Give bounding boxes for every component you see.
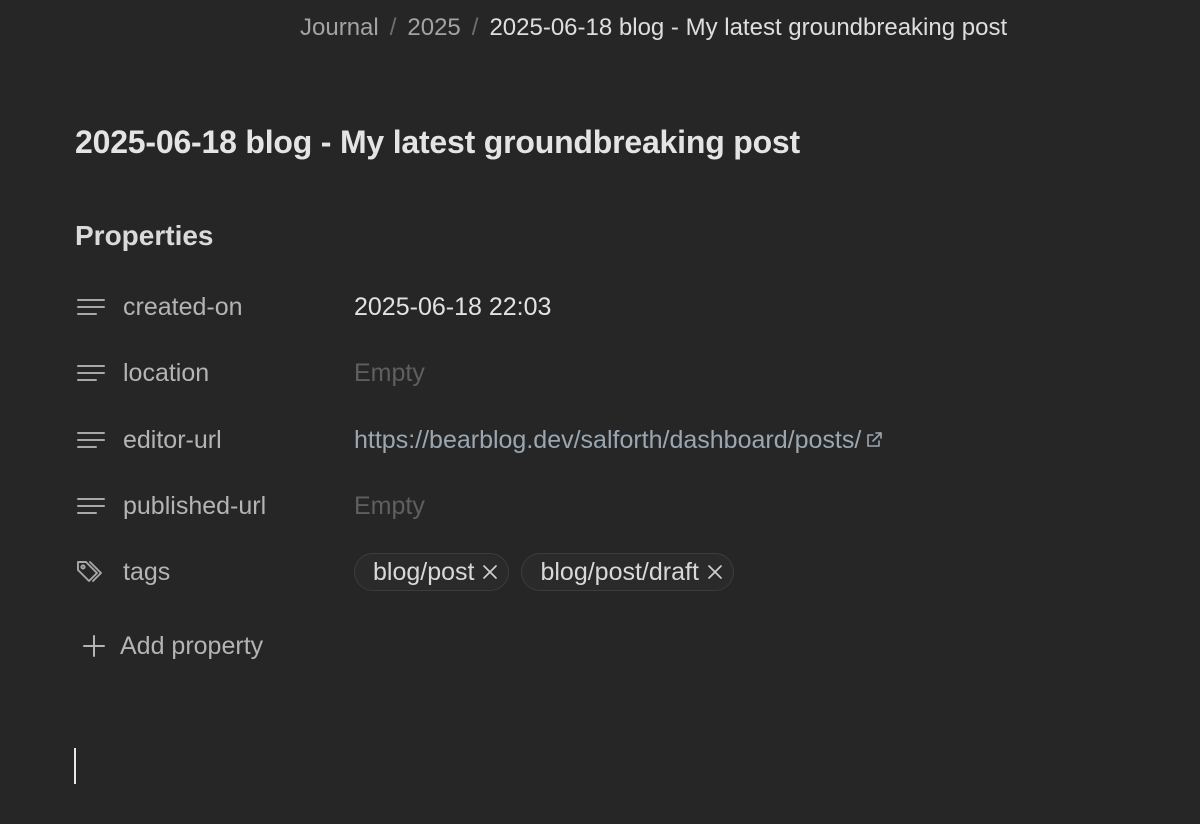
- property-value-editor-url: https://bearblog.dev/salforth/dashboard/…: [354, 426, 884, 455]
- property-key-published-url[interactable]: published-url: [75, 486, 354, 526]
- property-name: created-on: [123, 292, 243, 321]
- text-lines-icon: [75, 357, 107, 389]
- breadcrumb-journal[interactable]: Journal: [300, 14, 379, 42]
- property-value-location[interactable]: Empty: [354, 359, 425, 388]
- tag-pill[interactable]: blog/post/draft: [521, 553, 734, 591]
- editor-url-link[interactable]: https://bearblog.dev/salforth/dashboard/…: [354, 426, 861, 455]
- text-lines-icon: [75, 291, 107, 323]
- tag-label: blog/post/draft: [540, 557, 699, 586]
- plus-icon: [80, 632, 108, 660]
- property-key-location[interactable]: location: [75, 353, 354, 393]
- property-row-tags: tags blog/post blog/post/draft: [75, 552, 975, 592]
- note-view: Journal / 2025 / 2025-06-18 blog - My la…: [0, 0, 1200, 824]
- property-key-editor-url[interactable]: editor-url: [75, 420, 354, 460]
- close-icon[interactable]: [707, 564, 723, 580]
- breadcrumb: Journal / 2025 / 2025-06-18 blog - My la…: [300, 12, 1007, 44]
- property-key-tags[interactable]: tags: [75, 552, 354, 592]
- tag-pill[interactable]: blog/post: [354, 553, 510, 591]
- property-value-created-on[interactable]: 2025-06-18 22:03: [354, 293, 551, 322]
- close-icon[interactable]: [482, 564, 498, 580]
- add-property-label: Add property: [120, 631, 264, 660]
- property-value-empty: Empty: [354, 491, 425, 520]
- text-cursor: [74, 748, 76, 784]
- add-property-button[interactable]: Add property: [80, 626, 263, 666]
- property-value-text: 2025-06-18 22:03: [354, 292, 552, 321]
- property-name: location: [123, 358, 210, 387]
- property-row-location: location Empty: [75, 353, 975, 393]
- external-link-icon[interactable]: [864, 430, 884, 450]
- breadcrumb-separator: /: [471, 14, 479, 41]
- property-name: editor-url: [123, 425, 222, 454]
- note-title[interactable]: 2025-06-18 blog - My latest groundbreaki…: [75, 124, 800, 161]
- breadcrumb-current-note: 2025-06-18 blog - My latest groundbreaki…: [489, 14, 1008, 41]
- property-row-editor-url: editor-url https://bearblog.dev/salforth…: [75, 420, 975, 460]
- tag-label: blog/post: [373, 557, 475, 586]
- property-value-empty: Empty: [354, 358, 425, 387]
- breadcrumb-separator: /: [389, 14, 397, 41]
- property-value-published-url[interactable]: Empty: [354, 492, 425, 521]
- property-row-created-on: created-on 2025-06-18 22:03: [75, 287, 975, 327]
- text-lines-icon: [75, 424, 107, 456]
- property-value-tags: blog/post blog/post/draft: [354, 553, 746, 591]
- properties-heading[interactable]: Properties: [75, 220, 214, 252]
- property-key-created-on[interactable]: created-on: [75, 287, 354, 327]
- text-lines-icon: [75, 490, 107, 522]
- property-name: tags: [123, 557, 171, 586]
- tags-icon: [75, 556, 107, 588]
- breadcrumb-2025[interactable]: 2025: [407, 14, 460, 42]
- note-body-editor[interactable]: [60, 740, 1160, 800]
- property-name: published-url: [123, 491, 267, 520]
- property-row-published-url: published-url Empty: [75, 486, 975, 526]
